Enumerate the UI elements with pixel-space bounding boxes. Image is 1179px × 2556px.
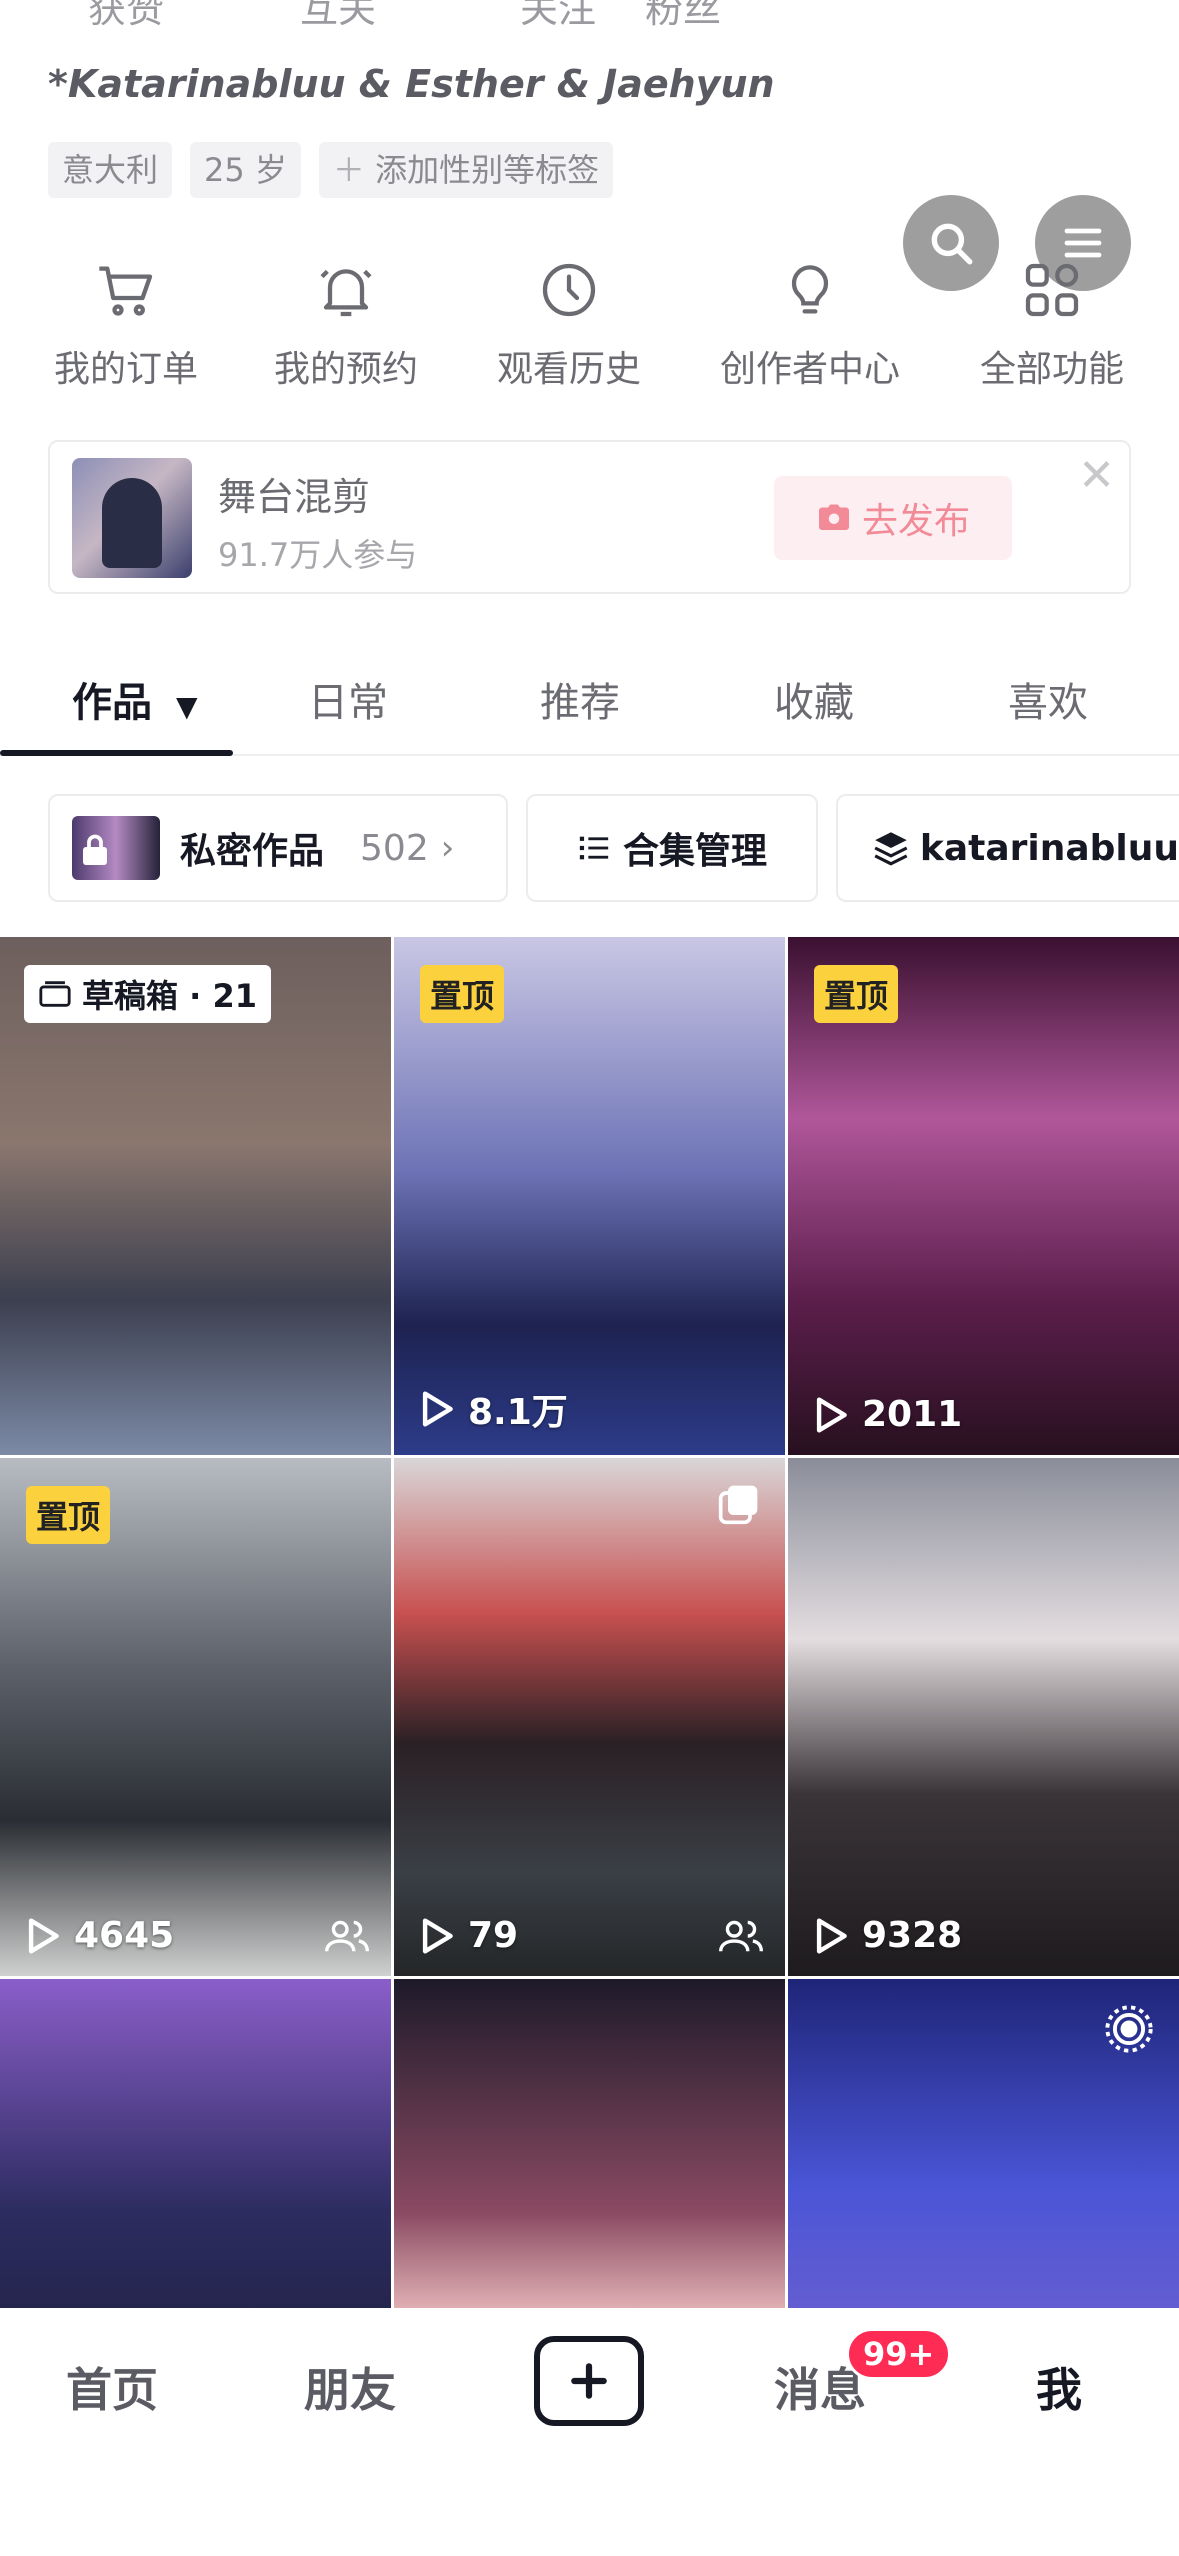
tag-location: 意大利 bbox=[48, 142, 173, 198]
messages-badge: 99+ bbox=[846, 2328, 952, 2380]
list-icon bbox=[579, 836, 609, 860]
play-icon bbox=[816, 1917, 847, 1954]
lightbulb-icon bbox=[791, 265, 829, 314]
promo-subtitle: 91.7万人参与 bbox=[218, 536, 418, 574]
create-button[interactable] bbox=[534, 2336, 644, 2426]
view-count: 9328 bbox=[814, 1915, 962, 1956]
promo-card[interactable]: 舞台混剪 91.7万人参与 去发布 ✕ bbox=[48, 440, 1131, 594]
profile-tags: 意大利 25 岁 ＋ 添加性别等标签 bbox=[48, 142, 614, 198]
chevron-right-icon: › bbox=[440, 828, 455, 868]
cart-icon bbox=[99, 266, 153, 316]
promo-thumbnail bbox=[72, 458, 192, 578]
view-count: 2011 bbox=[814, 1394, 962, 1435]
tab-label: 作品 bbox=[72, 680, 152, 726]
video-tile[interactable]: 置顶 2011 bbox=[788, 937, 1179, 1455]
stat-label-following[interactable]: 关注 bbox=[520, 0, 596, 33]
creator-center-button[interactable]: 创作者中心 bbox=[700, 258, 920, 392]
drafts-badge: 草稿箱 · 21 bbox=[24, 965, 271, 1023]
func-label: 我的订单 bbox=[53, 349, 198, 390]
func-label: 全部功能 bbox=[979, 349, 1124, 390]
live-icon bbox=[1105, 2005, 1153, 2053]
stat-label-followers[interactable]: 粉丝 bbox=[645, 0, 721, 33]
func-label: 创作者中心 bbox=[719, 349, 900, 390]
pinned-badge: 置顶 bbox=[26, 1486, 111, 1544]
publish-label: 去发布 bbox=[861, 501, 970, 542]
view-count: 4645 bbox=[26, 1915, 174, 1956]
publish-button[interactable]: 去发布 bbox=[774, 476, 1012, 560]
pinned-badge: 置顶 bbox=[814, 965, 899, 1023]
clock-icon bbox=[542, 263, 596, 317]
view-count-text: 2011 bbox=[862, 1394, 963, 1435]
add-tag-button[interactable]: ＋ 添加性别等标签 bbox=[318, 142, 614, 198]
multi-image-icon bbox=[718, 1485, 758, 1525]
bio-text: *Katarinabluu & Esther & Jaehyun bbox=[48, 62, 775, 106]
friends-icon bbox=[325, 1920, 369, 1952]
content-tabs: 作品 ▼ 日常 推荐 收藏 喜欢 bbox=[0, 660, 1179, 756]
nav-friends[interactable]: 朋友 bbox=[304, 2354, 396, 2420]
tab-daily[interactable]: 日常 bbox=[308, 670, 388, 728]
play-icon bbox=[816, 1396, 847, 1433]
plus-icon bbox=[571, 2363, 607, 2399]
bottom-nav: 首页 朋友 消息 99+ 我 bbox=[0, 2308, 1179, 2556]
tab-likes[interactable]: 喜欢 bbox=[1008, 670, 1088, 728]
tag-age: 25 岁 bbox=[190, 142, 301, 198]
tab-underline bbox=[0, 750, 233, 756]
lock-icon bbox=[83, 834, 107, 865]
play-icon bbox=[422, 1917, 453, 1954]
video-tile[interactable]: 置顶 8.1万 bbox=[394, 937, 785, 1455]
play-icon bbox=[422, 1391, 453, 1427]
view-count-text: 79 bbox=[468, 1915, 519, 1956]
pinned-badge: 置顶 bbox=[420, 965, 505, 1023]
video-tile[interactable]: 79 bbox=[394, 1458, 785, 1976]
promo-title: 舞台混剪 bbox=[218, 475, 371, 519]
stats-row: 获赞 互关 关注 粉丝 bbox=[0, 0, 1179, 31]
stat-label-mutual[interactable]: 互关 bbox=[300, 0, 376, 33]
nav-me[interactable]: 我 bbox=[1036, 2354, 1082, 2420]
private-thumbnail bbox=[72, 816, 160, 880]
private-count: 502 bbox=[360, 827, 429, 869]
view-count: 8.1万 bbox=[420, 1383, 568, 1435]
func-label: 我的预约 bbox=[273, 349, 418, 390]
watch-history-button[interactable]: 观看历史 bbox=[459, 258, 679, 392]
account-label: katarinabluu bbox=[919, 827, 1179, 869]
view-count: 79 bbox=[420, 1915, 518, 1956]
all-functions-button[interactable]: 全部功能 bbox=[942, 258, 1162, 392]
bell-icon bbox=[320, 269, 372, 317]
add-tag-label: 添加性别等标签 bbox=[375, 151, 600, 189]
video-tile[interactable]: 9328 bbox=[788, 1458, 1179, 1976]
view-count-text: 4645 bbox=[74, 1915, 175, 1956]
friends-icon bbox=[719, 1920, 763, 1952]
private-label: 私密作品 bbox=[180, 831, 325, 872]
view-count-text: 9328 bbox=[862, 1915, 963, 1956]
layers-icon bbox=[874, 832, 908, 866]
video-tile[interactable]: 置顶 4645 bbox=[0, 1458, 391, 1976]
play-icon bbox=[28, 1917, 59, 1954]
camera-icon bbox=[818, 504, 849, 530]
draft-box-icon bbox=[39, 981, 71, 1007]
tab-recommend[interactable]: 推荐 bbox=[540, 670, 620, 728]
tab-works[interactable]: 作品 ▼ bbox=[72, 670, 197, 728]
tab-favorites[interactable]: 收藏 bbox=[774, 670, 854, 728]
nav-home[interactable]: 首页 bbox=[66, 2354, 158, 2420]
func-label: 观看历史 bbox=[496, 349, 641, 390]
view-count-text: 8.1万 bbox=[468, 1392, 568, 1433]
collection-manage-button[interactable]: 合集管理 bbox=[526, 794, 818, 902]
my-orders-button[interactable]: 我的订单 bbox=[16, 258, 236, 392]
private-works-button[interactable]: 私密作品 502 › bbox=[48, 794, 508, 902]
stat-label-likes[interactable]: 获赞 bbox=[88, 0, 164, 33]
video-tile-drafts[interactable]: 草稿箱 · 21 bbox=[0, 937, 391, 1455]
account-collection-button[interactable]: katarinabluu bbox=[836, 794, 1179, 902]
grid-icon bbox=[1025, 263, 1079, 317]
close-icon[interactable]: ✕ bbox=[1078, 450, 1115, 501]
collection-label: 合集管理 bbox=[622, 831, 767, 872]
function-row: 我的订单 我的预约 观看历史 创作者中心 全部功能 bbox=[0, 258, 1179, 398]
drafts-label: 草稿箱 · 21 bbox=[82, 977, 257, 1015]
caret-down-icon: ▼ bbox=[175, 690, 198, 723]
plus-icon: ＋ bbox=[332, 151, 376, 189]
my-reservations-button[interactable]: 我的预约 bbox=[236, 258, 456, 392]
